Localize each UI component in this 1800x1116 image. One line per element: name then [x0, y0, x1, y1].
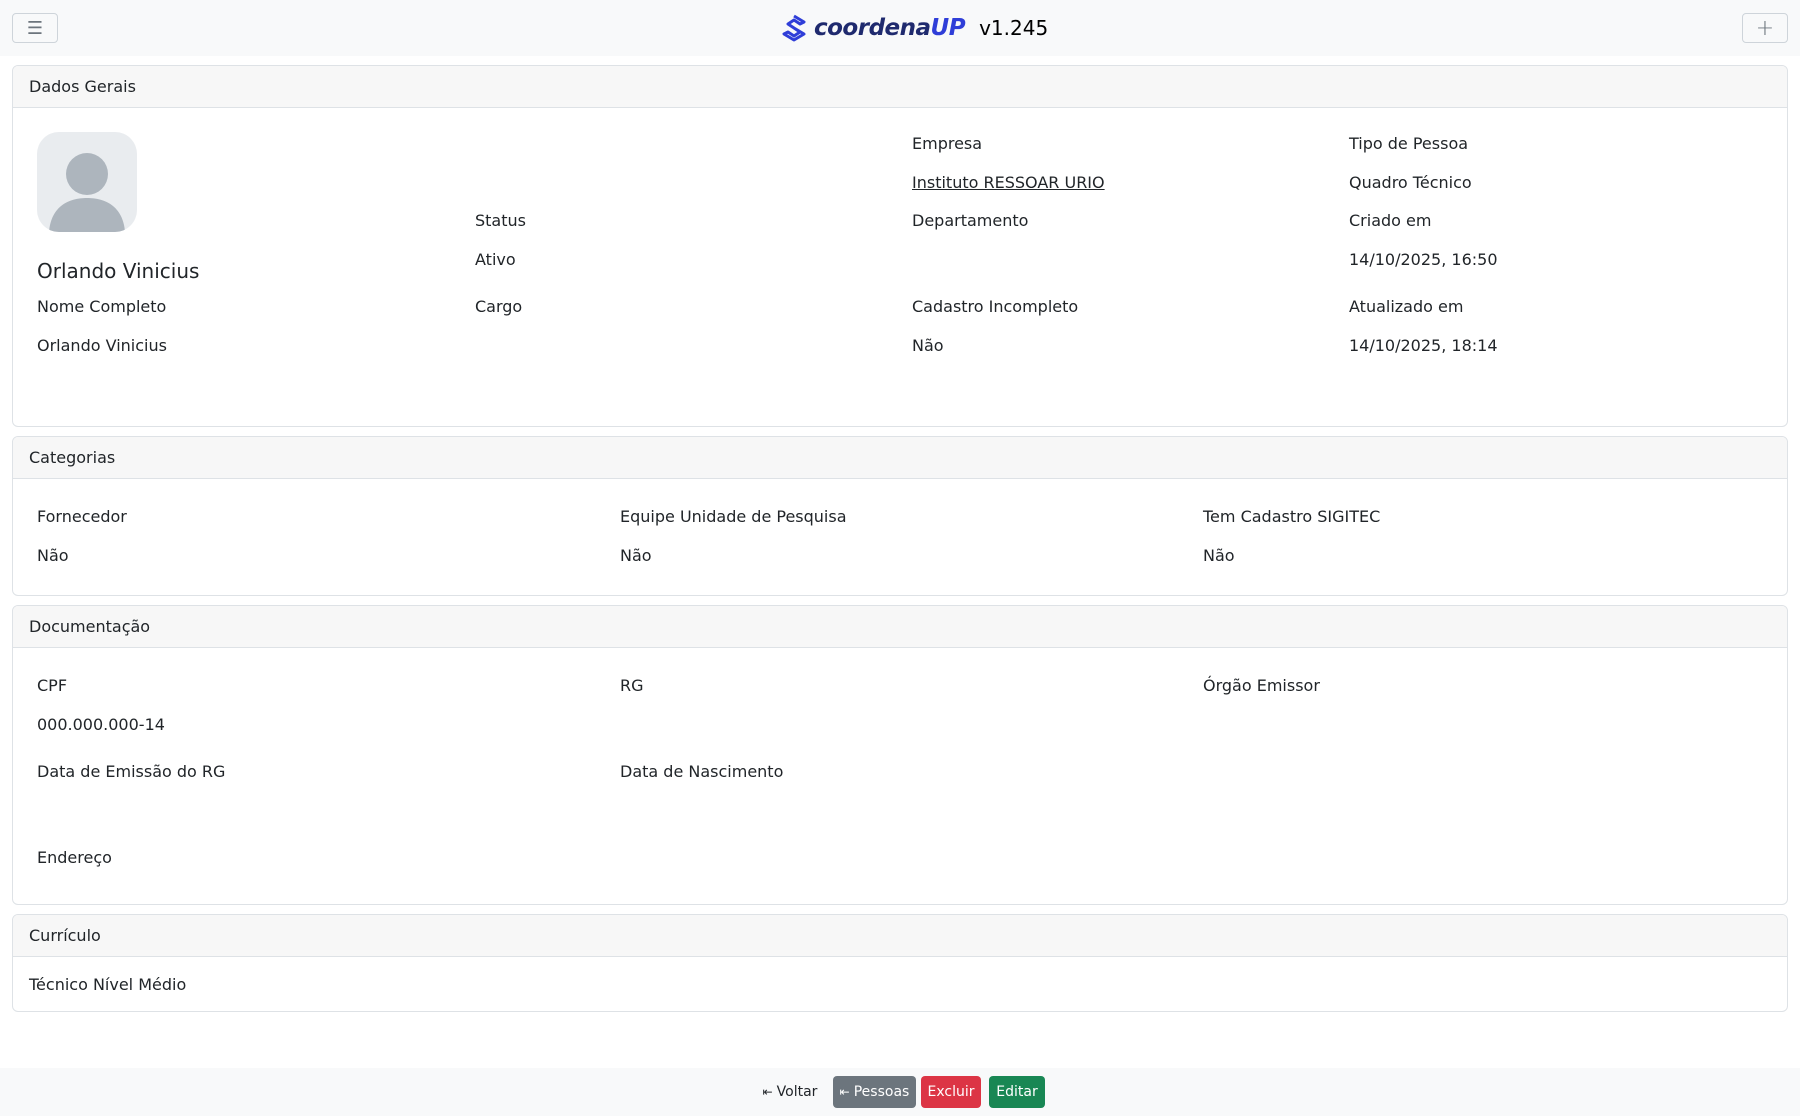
top-navbar: ☰ coordenaUP v1.245 +	[0, 0, 1800, 56]
documentacao-card: Documentação CPF 000.000.000-14 RG Órgão…	[12, 605, 1788, 905]
dados-gerais-card: Dados Gerais Orlando Vinicius Empresa In…	[12, 65, 1788, 427]
categorias-card: Categorias Fornecedor Não Equipe Unidade…	[12, 436, 1788, 596]
back-arrow-icon: ⇤	[762, 1085, 773, 1099]
documentacao-header: Documentação	[13, 606, 1787, 648]
endereco-field: Endereço	[37, 848, 112, 867]
user-placeholder-icon	[49, 153, 125, 232]
nome-completo-field: Nome Completo Orlando Vinicius	[37, 297, 167, 355]
curriculo-text: Técnico Nível Médio	[29, 975, 187, 994]
back-arrow-icon: ⇤	[839, 1085, 850, 1099]
sigitec-field: Tem Cadastro SIGITEC Não	[1203, 507, 1381, 565]
status-field: Status Ativo	[475, 211, 526, 269]
hamburger-icon: ☰	[26, 17, 44, 39]
orgao-emissor-field: Órgão Emissor	[1203, 676, 1320, 695]
edit-button[interactable]: Editar	[989, 1076, 1045, 1108]
delete-button[interactable]: Excluir	[921, 1076, 981, 1108]
brand-name: coordenaUP	[814, 15, 966, 41]
curriculo-card: Currículo Técnico Nível Médio	[12, 914, 1788, 1012]
app-version: v1.245	[979, 16, 1049, 40]
data-emissao-rg-field: Data de Emissão do RG	[37, 762, 226, 781]
avatar	[37, 132, 137, 232]
coordenaup-logo-icon	[782, 14, 806, 42]
cpf-field: CPF 000.000.000-14	[37, 676, 165, 734]
back-button[interactable]: ⇤ Voltar	[756, 1076, 824, 1108]
action-bar: ⇤ Voltar ⇤ Pessoas Excluir Editar	[0, 1068, 1800, 1116]
cadastro-incompleto-field: Cadastro Incompleto Não	[912, 297, 1079, 355]
criado-em-field: Criado em 14/10/2025, 16:50	[1349, 211, 1498, 269]
data-nascimento-field: Data de Nascimento	[620, 762, 784, 781]
dados-gerais-header: Dados Gerais	[13, 66, 1787, 108]
departamento-field: Departamento	[912, 211, 1029, 230]
fornecedor-field: Fornecedor Não	[37, 507, 127, 565]
rg-field: RG	[620, 676, 644, 695]
brand[interactable]: coordenaUP v1.245	[780, 8, 1048, 48]
categorias-header: Categorias	[13, 437, 1787, 479]
curriculo-header: Currículo	[13, 915, 1787, 957]
pessoas-button[interactable]: ⇤ Pessoas	[833, 1076, 916, 1108]
menu-toggle-button[interactable]: ☰	[12, 13, 58, 43]
plus-icon: +	[1755, 15, 1775, 41]
cargo-field: Cargo	[475, 297, 523, 316]
person-name: Orlando Vinicius	[37, 259, 200, 283]
tipo-pessoa-field: Tipo de Pessoa Quadro Técnico	[1349, 134, 1472, 192]
empresa-link[interactable]: Instituto RESSOAR URIO	[912, 173, 1105, 192]
atualizado-em-field: Atualizado em 14/10/2025, 18:14	[1349, 297, 1498, 355]
equipe-field: Equipe Unidade de Pesquisa Não	[620, 507, 847, 565]
add-button[interactable]: +	[1742, 13, 1788, 43]
empresa-field: Empresa Instituto RESSOAR URIO	[912, 134, 1105, 192]
